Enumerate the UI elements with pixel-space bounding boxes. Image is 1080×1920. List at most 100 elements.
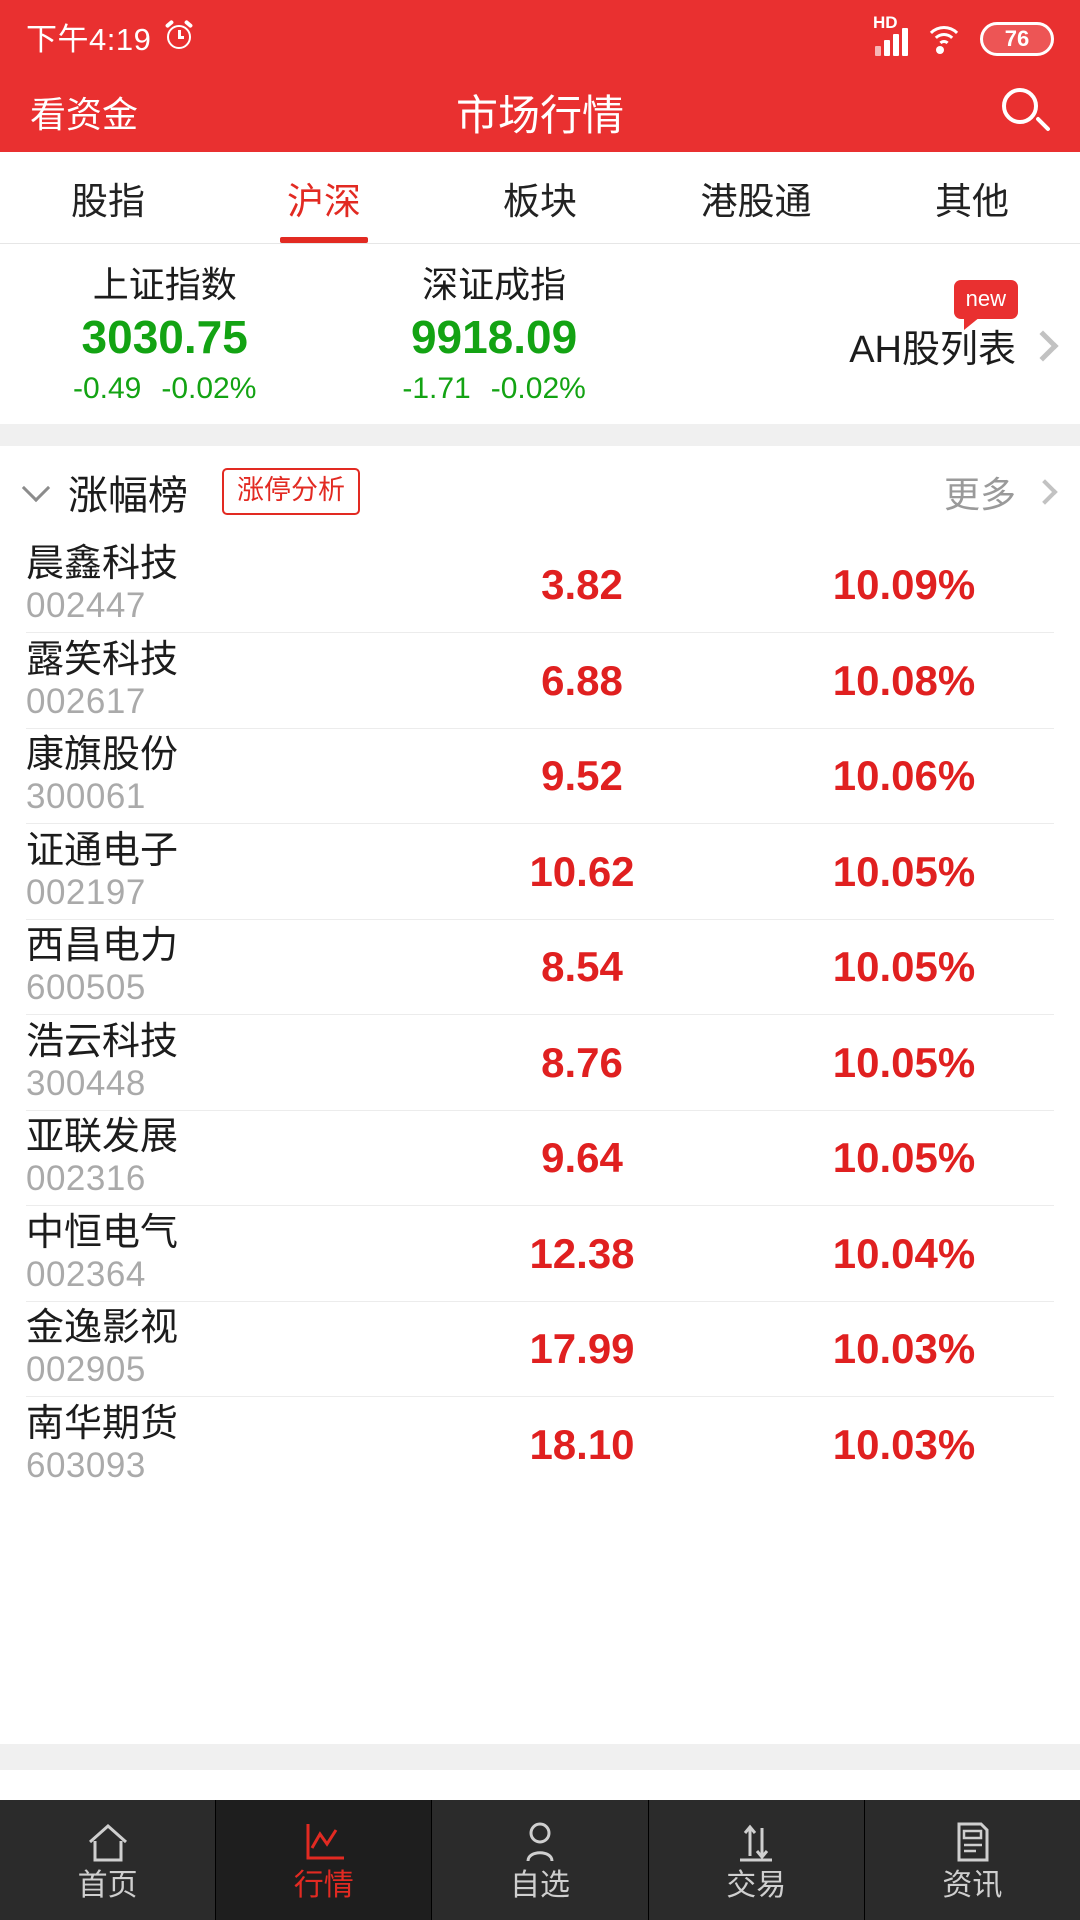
stock-price: 17.99 bbox=[529, 1325, 635, 1373]
stock-identity: 亚联发展 002316 bbox=[26, 1118, 446, 1198]
stock-code: 300061 bbox=[26, 777, 146, 817]
stock-name: 证通电子 bbox=[26, 829, 179, 872]
stock-change-pct: 10.09% bbox=[832, 561, 976, 609]
index-name: 上证指数 bbox=[92, 264, 237, 305]
search-icon[interactable] bbox=[998, 86, 1051, 138]
new-badge: new bbox=[953, 280, 1018, 331]
index-name: 深证成指 bbox=[422, 264, 567, 305]
stock-name: 亚联发展 bbox=[26, 1116, 179, 1159]
index-card-shanghai[interactable]: 上证指数 3030.75 -0.49 -0.02% bbox=[0, 262, 329, 408]
tab-guzhi[interactable]: 股指 bbox=[0, 152, 216, 243]
nav-item-trade[interactable]: 交易 bbox=[649, 1800, 865, 1920]
stock-change-pct: 10.03% bbox=[832, 1325, 976, 1373]
stock-price: 8.54 bbox=[541, 943, 623, 991]
stock-code: 002447 bbox=[26, 586, 146, 626]
stock-change-pct: 10.05% bbox=[832, 943, 976, 991]
bottom-navigation: 首页 行情 自选 交易 资讯 bbox=[0, 1800, 1080, 1920]
stock-name: 康旗股份 bbox=[26, 734, 179, 777]
tab-hushen[interactable]: 沪深 bbox=[216, 152, 432, 243]
chevron-right-icon bbox=[1027, 330, 1059, 362]
page-title: 市场行情 bbox=[455, 91, 624, 139]
nav-label: 行情 bbox=[293, 1868, 354, 1902]
tab-qita[interactable]: 其他 bbox=[864, 152, 1080, 243]
stock-change-pct: 10.05% bbox=[832, 847, 976, 895]
person-icon bbox=[516, 1820, 564, 1864]
ah-stock-list-entry[interactable]: new AH股列表 bbox=[659, 280, 1080, 373]
tab-ganggutong[interactable]: 港股通 bbox=[648, 152, 864, 243]
table-row[interactable]: 浩云科技 300448 8.76 10.05% bbox=[0, 1015, 1080, 1111]
status-icons: HD 76 bbox=[873, 14, 1054, 56]
table-row[interactable]: 西昌电力 600505 8.54 10.05% bbox=[0, 920, 1080, 1016]
nav-label: 首页 bbox=[77, 1868, 138, 1902]
nav-label: 交易 bbox=[726, 1868, 787, 1902]
view-funds-button[interactable]: 看资金 bbox=[30, 86, 138, 138]
index-change: -1.71 bbox=[402, 371, 471, 405]
more-label: 更多 bbox=[943, 473, 1016, 515]
nav-item-news[interactable]: 资讯 bbox=[865, 1800, 1080, 1920]
stock-change-pct: 10.03% bbox=[832, 1420, 976, 1468]
stock-code: 002905 bbox=[26, 1350, 146, 1390]
stock-identity: 晨鑫科技 002447 bbox=[26, 545, 446, 625]
index-change-pct: -0.02% bbox=[161, 371, 257, 405]
table-row[interactable]: 南华期货 603093 18.10 10.03% bbox=[0, 1397, 1080, 1493]
stock-change-pct: 10.04% bbox=[832, 1229, 976, 1277]
stock-identity: 康旗股份 300061 bbox=[26, 736, 446, 816]
index-summary: 上证指数 3030.75 -0.49 -0.02% 深证成指 9918.09 -… bbox=[0, 244, 1080, 424]
stock-identity: 中恒电气 002364 bbox=[26, 1214, 446, 1294]
nav-item-market[interactable]: 行情 bbox=[216, 1800, 433, 1920]
bottom-divider bbox=[0, 1744, 1080, 1770]
stock-code: 002316 bbox=[26, 1159, 146, 1199]
table-row[interactable]: 晨鑫科技 002447 3.82 10.09% bbox=[0, 538, 1080, 634]
limit-up-analysis-button[interactable]: 涨停分析 bbox=[222, 468, 360, 515]
table-row[interactable]: 中恒电气 002364 12.38 10.04% bbox=[0, 1206, 1080, 1302]
stock-price: 8.76 bbox=[541, 1038, 623, 1086]
stock-identity: 西昌电力 600505 bbox=[26, 927, 446, 1007]
index-value: 9918.09 bbox=[410, 311, 578, 363]
stock-name: 晨鑫科技 bbox=[26, 543, 179, 586]
stock-name: 南华期货 bbox=[26, 1402, 179, 1445]
index-value: 3030.75 bbox=[81, 311, 248, 363]
status-bar: 下午4:19 HD 76 bbox=[0, 0, 1080, 72]
stock-identity: 金逸影视 002905 bbox=[26, 1309, 446, 1389]
stock-price: 9.52 bbox=[541, 752, 623, 800]
stock-change-pct: 10.06% bbox=[832, 752, 976, 800]
news-icon bbox=[948, 1820, 996, 1864]
stock-name: 浩云科技 bbox=[26, 1020, 179, 1063]
alarm-clock-icon bbox=[165, 19, 194, 50]
stock-name: 露笑科技 bbox=[26, 638, 179, 681]
nav-label: 资讯 bbox=[942, 1868, 1003, 1902]
nav-item-home[interactable]: 首页 bbox=[0, 1800, 217, 1920]
market-tabs: 股指 沪深 板块 港股通 其他 bbox=[0, 152, 1080, 244]
stock-change-pct: 10.05% bbox=[832, 1038, 976, 1086]
gainers-list-header: 涨幅榜 涨停分析 更多 bbox=[0, 445, 1080, 538]
stock-name: 西昌电力 bbox=[26, 925, 179, 968]
table-row[interactable]: 露笑科技 002617 6.88 10.08% bbox=[0, 633, 1080, 729]
stock-name: 金逸影视 bbox=[26, 1307, 179, 1350]
stock-change-pct: 10.08% bbox=[832, 656, 976, 704]
bottom-spacer bbox=[0, 1770, 1080, 1800]
stock-price: 6.88 bbox=[541, 656, 623, 704]
tab-bankuai[interactable]: 板块 bbox=[432, 152, 648, 243]
stock-code: 002197 bbox=[26, 872, 146, 912]
home-icon bbox=[84, 1820, 132, 1864]
stock-identity: 浩云科技 300448 bbox=[26, 1023, 446, 1103]
wifi-icon bbox=[924, 24, 964, 56]
stock-price: 12.38 bbox=[529, 1229, 635, 1277]
table-row[interactable]: 金逸影视 002905 17.99 10.03% bbox=[0, 1302, 1080, 1398]
chevron-down-icon[interactable] bbox=[21, 473, 51, 502]
table-row[interactable]: 康旗股份 300061 9.52 10.06% bbox=[0, 729, 1080, 825]
app-header: 看资金 市场行情 bbox=[0, 72, 1080, 152]
status-time: 下午4:19 bbox=[26, 21, 152, 57]
stock-price: 10.62 bbox=[529, 847, 635, 895]
stock-code: 002617 bbox=[26, 681, 146, 721]
stock-code: 002364 bbox=[26, 1254, 146, 1294]
table-row[interactable]: 证通电子 002197 10.62 10.05% bbox=[0, 824, 1080, 920]
more-button[interactable]: 更多 bbox=[943, 466, 1058, 518]
ah-stock-list-label: AH股列表 bbox=[849, 329, 1016, 372]
index-card-shenzhen[interactable]: 深证成指 9918.09 -1.71 -0.02% bbox=[329, 262, 658, 408]
stock-identity: 露笑科技 002617 bbox=[26, 641, 446, 721]
nav-item-watchlist[interactable]: 自选 bbox=[432, 1800, 649, 1920]
stock-identity: 证通电子 002197 bbox=[26, 832, 446, 912]
stock-price: 3.82 bbox=[541, 561, 623, 609]
table-row[interactable]: 亚联发展 002316 9.64 10.05% bbox=[0, 1111, 1080, 1207]
